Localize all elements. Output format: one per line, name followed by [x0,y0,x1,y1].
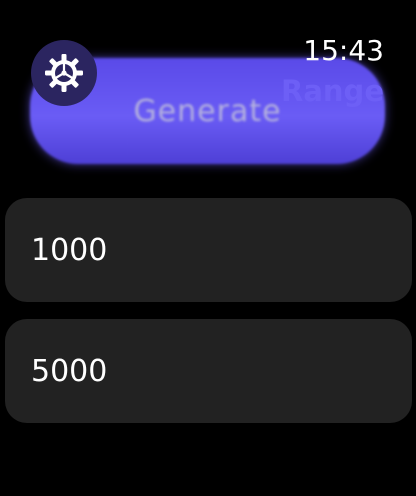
range-option-5000[interactable]: 5000 [5,319,412,423]
gear-icon [43,52,85,94]
range-option-1000[interactable]: 1000 [5,198,412,302]
settings-button[interactable] [31,40,97,106]
scrolled-result-text [0,0,416,24]
range-option-label: 1000 [31,232,108,268]
range-option-label: 5000 [31,353,108,389]
page-title: Range [281,74,384,108]
status-time: 15:43 [303,34,384,67]
